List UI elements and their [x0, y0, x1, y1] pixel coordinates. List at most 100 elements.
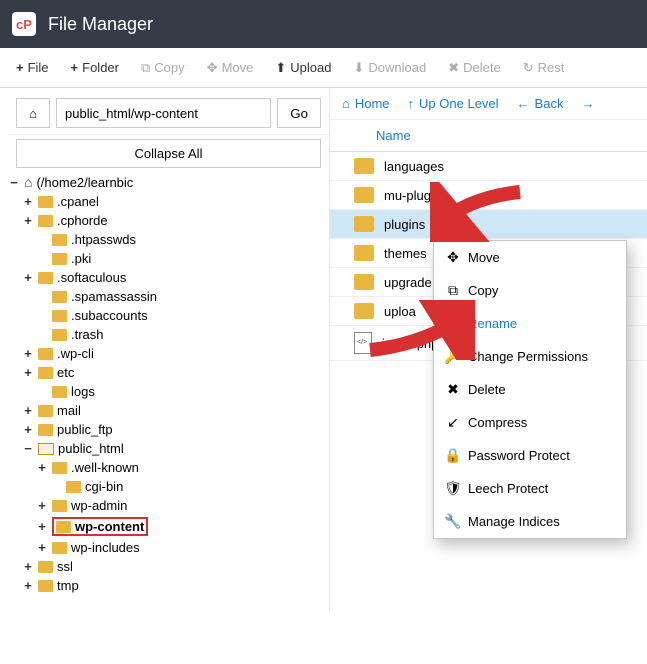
expand-icon[interactable]: + — [36, 460, 48, 475]
plus-icon: + — [71, 60, 79, 75]
tree-item[interactable]: +.wp-cli — [8, 344, 329, 363]
tree-item[interactable]: +wp-content — [8, 515, 329, 538]
expand-icon[interactable]: + — [36, 540, 48, 555]
tree-item[interactable]: .subaccounts — [8, 306, 329, 325]
menu-icon: ✖ — [446, 381, 460, 398]
tree-item[interactable]: logs — [8, 382, 329, 401]
nav-back[interactable]: ←Back — [517, 96, 564, 111]
expand-icon[interactable]: + — [22, 403, 34, 418]
menu-label: Change Permissions — [468, 349, 588, 364]
folder-icon — [56, 521, 71, 533]
expand-icon[interactable]: − — [22, 441, 34, 456]
tree-item[interactable]: +etc — [8, 363, 329, 382]
tree-item[interactable]: +wp-admin — [8, 496, 329, 515]
nav-home[interactable]: ⌂Home — [342, 96, 390, 111]
folder-icon — [354, 216, 374, 232]
tree-root[interactable]: − ⌂ (/home2/learnbic — [8, 172, 329, 192]
go-button[interactable]: Go — [277, 98, 321, 128]
folder-icon — [38, 580, 53, 592]
context-menu-item[interactable]: ▮Rename — [434, 307, 626, 340]
expand-icon[interactable]: + — [36, 519, 48, 534]
menu-icon: ✥ — [446, 249, 460, 266]
folder-icon — [38, 424, 53, 436]
nav-up[interactable]: ↑Up One Level — [408, 96, 499, 111]
tree-item-label: ssl — [57, 559, 73, 574]
tree-item-label: .subaccounts — [71, 308, 148, 323]
forward-icon: → — [581, 96, 594, 111]
menu-icon: 🔧 — [446, 513, 460, 530]
menu-icon: ⧉ — [446, 282, 460, 299]
tree-item-label: public_ftp — [57, 422, 113, 437]
context-menu-item[interactable]: 🔑Change Permissions — [434, 340, 626, 373]
folder-icon — [38, 405, 53, 417]
tree-item[interactable]: +wp-includes — [8, 538, 329, 557]
context-menu-item[interactable]: 🔒 Password Protect — [434, 439, 626, 472]
collapse-icon[interactable]: − — [8, 175, 20, 190]
context-menu-item[interactable]: 🛡Leech Protect — [434, 472, 626, 505]
file-row[interactable]: plugins — [330, 210, 647, 239]
new-file-button[interactable]: +File — [8, 54, 57, 81]
folder-icon — [52, 329, 67, 341]
expand-icon[interactable]: + — [22, 578, 34, 593]
expand-icon[interactable]: + — [22, 422, 34, 437]
expand-icon[interactable]: + — [36, 498, 48, 513]
tree-item[interactable]: +tmp — [8, 576, 329, 595]
download-icon: ⬇ — [353, 60, 364, 76]
context-menu-item[interactable]: ⧉Copy — [434, 274, 626, 307]
tree-item[interactable]: + public_ftp — [8, 420, 329, 439]
tree-item[interactable]: .spamassassin — [8, 287, 329, 306]
tree-item-label: .softaculous — [57, 270, 126, 285]
tree-item[interactable]: .htpasswds — [8, 230, 329, 249]
context-menu-item[interactable]: ↙Compress — [434, 406, 626, 439]
tree-item[interactable]: +.cpanel — [8, 192, 329, 211]
column-header-name[interactable]: Name — [330, 120, 647, 152]
expand-icon[interactable]: + — [22, 559, 34, 574]
upload-button[interactable]: ⬆Upload — [267, 54, 339, 82]
main-toolbar: +File +Folder ⧉Copy ✥Move ⬆Upload ⬇Downl… — [0, 48, 647, 88]
context-menu-item[interactable]: 🔧Manage Indices — [434, 505, 626, 538]
folder-icon — [38, 367, 53, 379]
app-title: File Manager — [48, 14, 153, 35]
expand-icon[interactable]: + — [22, 213, 34, 228]
menu-icon: ↙ — [446, 414, 460, 431]
folder-icon — [66, 481, 81, 493]
expand-icon[interactable]: + — [22, 365, 34, 380]
menu-label: Rename — [468, 316, 517, 331]
tree-item-label: .well-known — [71, 460, 139, 475]
tree-item[interactable]: +.cphorde — [8, 211, 329, 230]
folder-icon — [52, 500, 67, 512]
file-row[interactable]: languages — [330, 152, 647, 181]
tree-item[interactable]: + ssl — [8, 557, 329, 576]
expand-icon[interactable]: + — [22, 346, 34, 361]
tree-item[interactable]: .trash — [8, 325, 329, 344]
file-row[interactable]: mu-plugins — [330, 181, 647, 210]
expand-icon[interactable]: + — [22, 194, 34, 209]
tree-item[interactable]: − public_html — [8, 439, 329, 458]
tree-item[interactable]: + .well-known — [8, 458, 329, 477]
location-bar: ⌂ Go — [8, 92, 329, 135]
tree-item-label: public_html — [58, 441, 124, 456]
menu-icon: 🔒 — [446, 447, 460, 464]
app-header: cP File Manager — [0, 0, 647, 48]
tree-item[interactable]: cgi-bin — [8, 477, 329, 496]
tree-item[interactable]: + mail — [8, 401, 329, 420]
new-folder-button[interactable]: +Folder — [63, 54, 127, 81]
menu-label: Delete — [468, 382, 506, 397]
tree-item[interactable]: + .softaculous — [8, 268, 329, 287]
tree-item-label: mail — [57, 403, 81, 418]
move-icon: ✥ — [207, 60, 218, 76]
menu-label: Password Protect — [468, 448, 570, 463]
tree-item[interactable]: .pki — [8, 249, 329, 268]
expand-icon[interactable]: + — [22, 270, 34, 285]
home-button[interactable]: ⌂ — [16, 98, 50, 128]
collapse-all-button[interactable]: Collapse All — [16, 139, 321, 168]
folder-icon — [354, 158, 374, 174]
tree-item-label: .htpasswds — [71, 232, 136, 247]
context-menu-item[interactable]: ✖ Delete — [434, 373, 626, 406]
tree-item-label: .trash — [71, 327, 104, 342]
folder-icon — [52, 234, 67, 246]
nav-forward[interactable]: → — [581, 96, 594, 111]
context-menu-item[interactable]: ✥Move — [434, 241, 626, 274]
up-icon: ↑ — [408, 96, 415, 111]
path-input[interactable] — [56, 98, 271, 128]
